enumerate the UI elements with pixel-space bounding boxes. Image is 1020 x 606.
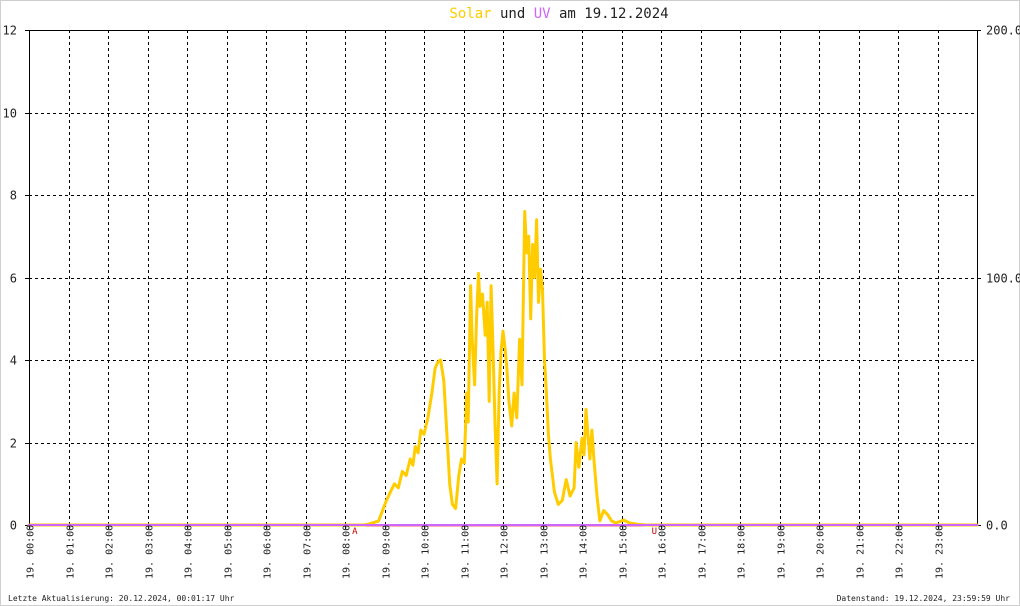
y-tick-label-left: 0 xyxy=(10,519,17,533)
x-tick-label: 19. 05:00 xyxy=(224,525,235,579)
grid xyxy=(29,30,977,525)
chart-title: Solar und UV am 19.12.2024 xyxy=(449,6,668,22)
x-tick-label: 19. 20:00 xyxy=(816,525,827,579)
x-tick-label: 19. 22:00 xyxy=(895,525,906,579)
title-solar: Solar xyxy=(449,6,491,22)
y-tick-label-left: 10 xyxy=(3,107,17,121)
x-tick-label: 19. 12:00 xyxy=(500,525,511,579)
x-tick-label: 19. 14:00 xyxy=(579,525,590,579)
x-tick-label: 19. 09:00 xyxy=(382,525,393,579)
y-tick-label-right: 200.0 xyxy=(986,24,1020,38)
x-tick-label: 19. 01:00 xyxy=(66,525,77,579)
time-marker: A xyxy=(352,527,358,537)
time-marker: U xyxy=(652,527,657,537)
y-tick-label-right: 100.0 xyxy=(986,272,1020,286)
solar-uv-chart: Solar und UV am 19.12.2024 0 2 4 6 8 10 12 0.0 1… xyxy=(3,6,1020,603)
x-tick-label: 19. 18:00 xyxy=(737,525,748,579)
y-tick-label-left: 4 xyxy=(10,354,17,368)
y-tick-label-left: 12 xyxy=(3,24,17,38)
x-tick-label: 19. 04:00 xyxy=(184,525,195,579)
x-tick-label: 19. 07:00 xyxy=(303,525,314,579)
x-tick-label: 19. 06:00 xyxy=(263,525,274,579)
title-uv: UV xyxy=(534,6,551,22)
title-und: und xyxy=(492,6,534,22)
tick-labels: 0 2 4 6 8 10 12 0.0 100.0 200.0 19. 00:00 19. 01:00… xyxy=(3,24,1020,580)
x-tick-label: 19. 11:00 xyxy=(461,525,472,579)
x-tick-label: 19. 16:00 xyxy=(658,525,669,579)
x-tick-label: 19. 17:00 xyxy=(698,525,709,579)
x-tick-label: 19. 13:00 xyxy=(540,525,551,579)
x-tick-label: 19. 15:00 xyxy=(619,525,630,579)
x-tick-label: 19. 02:00 xyxy=(105,525,116,579)
x-tick-label: 19. 03:00 xyxy=(145,525,156,579)
x-tick-label: 19. 21:00 xyxy=(856,525,867,579)
footer-last-update: Letzte Aktualisierung: 20.12.2024, 00:01… xyxy=(8,594,235,603)
y-tick-label-left: 6 xyxy=(10,272,17,286)
x-tick-label: 19. 08:00 xyxy=(342,525,353,579)
footer-data-status: Datenstand: 19.12.2024, 23:59:59 Uhr xyxy=(837,594,1011,603)
y-tick-label-right: 0.0 xyxy=(986,519,1008,533)
title-date: am 19.12.2024 xyxy=(551,6,669,22)
x-tick-label: 19. 00:00 xyxy=(26,525,37,579)
y-tick-label-left: 8 xyxy=(10,189,17,203)
x-tick-label: 19. 10:00 xyxy=(421,525,432,579)
x-tick-label: 19. 19:00 xyxy=(777,525,788,579)
x-tick-label: 19. 23:00 xyxy=(935,525,946,579)
y-tick-label-left: 2 xyxy=(10,437,17,451)
